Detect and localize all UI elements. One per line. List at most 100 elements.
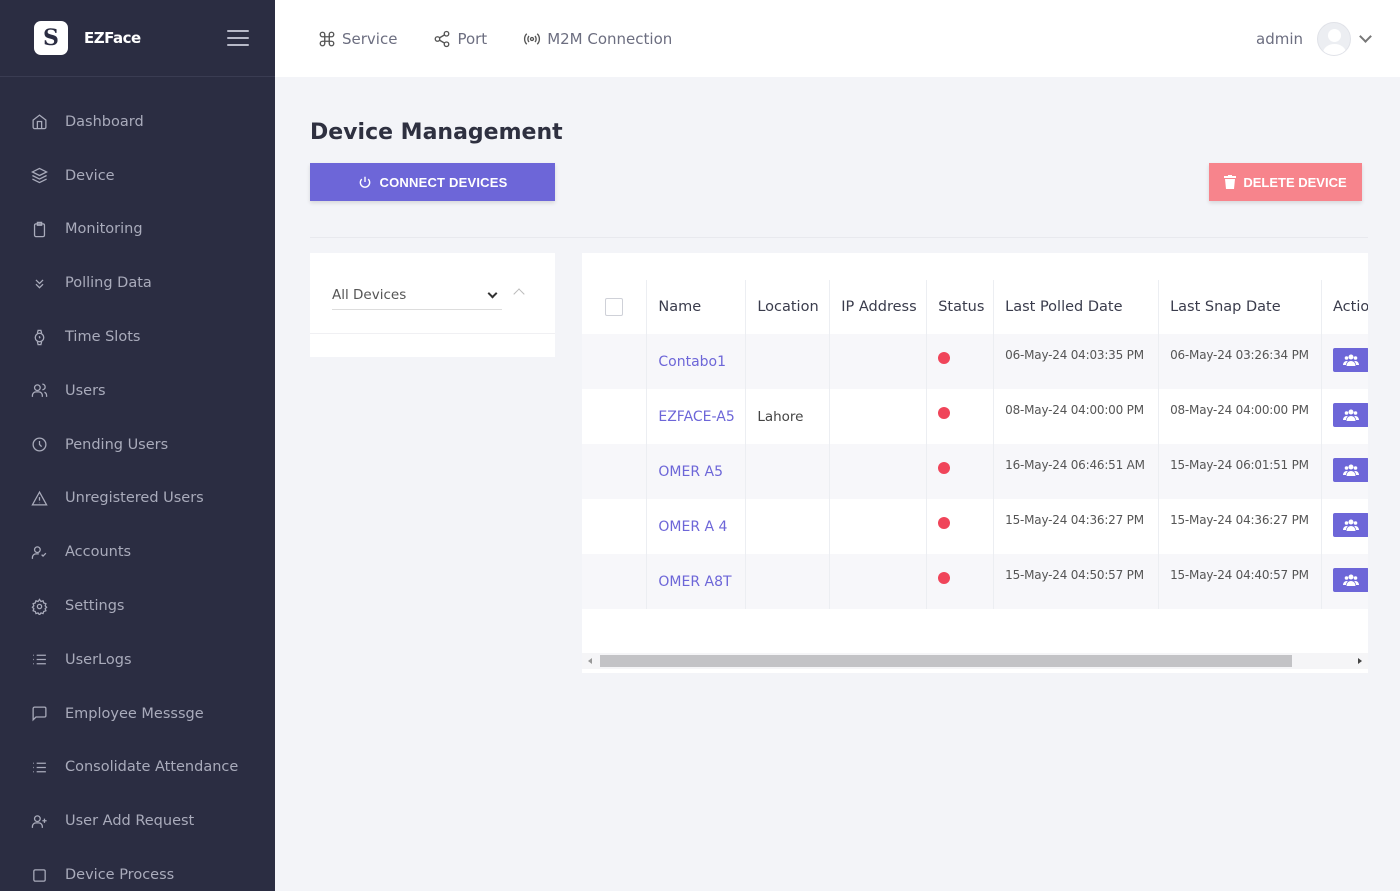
users-action-button[interactable] bbox=[1333, 457, 1368, 482]
devices-table: Name Location IP Address Status Last Pol… bbox=[582, 280, 1368, 609]
square-icon bbox=[30, 866, 48, 884]
connect-devices-button[interactable]: CONNECT DEVICES bbox=[310, 163, 555, 201]
device-name-link[interactable]: OMER A 4 bbox=[646, 499, 747, 554]
power-icon bbox=[359, 176, 370, 188]
users-icon bbox=[1343, 464, 1359, 476]
table-row[interactable]: EZFACE-A5 Lahore 08-May-24 04:00:00 PM 0… bbox=[582, 389, 1368, 444]
sidebar: S EZFace Dashboard Device Monitoring Pol… bbox=[0, 0, 275, 891]
brand-logo[interactable]: S bbox=[34, 21, 68, 55]
device-ip bbox=[829, 389, 928, 444]
users-action-button[interactable] bbox=[1333, 567, 1368, 592]
sidebar-item-consolidate-attendance[interactable]: Consolidate Attendance bbox=[0, 741, 275, 795]
device-filter-card: All Devices bbox=[310, 253, 555, 357]
topbar-link-m2m-connection[interactable]: M2M Connection bbox=[523, 30, 672, 48]
sidebar-item-label: Polling Data bbox=[65, 275, 152, 292]
device-name-link[interactable]: OMER A8T bbox=[646, 554, 747, 609]
sidebar-item-dashboard[interactable]: Dashboard bbox=[0, 95, 275, 149]
hamburger-menu-icon[interactable] bbox=[227, 30, 249, 46]
sidebar-item-label: Pending Users bbox=[65, 436, 169, 453]
users-action-button[interactable] bbox=[1333, 402, 1368, 427]
column-header-last-snap-date[interactable]: Last Snap Date bbox=[1158, 280, 1322, 334]
users-icon bbox=[1343, 574, 1359, 586]
last-snap-date: 15-May-24 06:01:51 PM bbox=[1158, 444, 1322, 499]
table-row[interactable]: Contabo1 06-May-24 04:03:35 PM 06-May-24… bbox=[582, 334, 1368, 389]
home-icon bbox=[30, 113, 48, 131]
column-header-status[interactable]: Status bbox=[926, 280, 995, 334]
chevron-down-icon bbox=[487, 288, 498, 298]
device-ip bbox=[829, 554, 928, 609]
list-icon bbox=[30, 758, 48, 776]
column-header-name[interactable]: Name bbox=[646, 280, 747, 334]
avatar[interactable] bbox=[1317, 21, 1351, 56]
row-select-cell bbox=[582, 334, 648, 389]
sidebar-item-unregistered-users[interactable]: Unregistered Users bbox=[0, 472, 275, 526]
topbar-link-service[interactable]: Service bbox=[318, 30, 397, 48]
scroll-right-icon[interactable] bbox=[1358, 658, 1362, 664]
status-dot-icon bbox=[938, 516, 951, 529]
sidebar-item-label: Unregistered Users bbox=[65, 490, 204, 507]
scrollbar-thumb[interactable] bbox=[600, 655, 1292, 667]
users-action-button[interactable] bbox=[1333, 512, 1368, 537]
topbar-link-label: Service bbox=[342, 29, 398, 48]
chevrons-down-icon bbox=[30, 274, 48, 292]
scroll-left-icon[interactable] bbox=[588, 658, 592, 664]
username: admin bbox=[1256, 29, 1303, 48]
sidebar-nav: Dashboard Device Monitoring Polling Data… bbox=[0, 77, 275, 891]
users-icon bbox=[30, 382, 48, 400]
last-polled-date: 15-May-24 04:50:57 PM bbox=[993, 554, 1160, 609]
connect-devices-label: CONNECT DEVICES bbox=[379, 174, 508, 190]
row-select-cell bbox=[582, 554, 648, 609]
sidebar-item-userlogs[interactable]: UserLogs bbox=[0, 633, 275, 687]
sidebar-item-label: Device Process bbox=[65, 867, 175, 884]
users-action-button[interactable] bbox=[1333, 347, 1368, 372]
device-ip bbox=[829, 444, 928, 499]
sidebar-item-device-process[interactable]: Device Process bbox=[0, 848, 275, 891]
table-row[interactable]: OMER A5 16-May-24 06:46:51 AM 15-May-24 … bbox=[582, 444, 1368, 499]
users-icon bbox=[1343, 354, 1359, 366]
status-dot-icon bbox=[938, 571, 951, 584]
user-plus-icon bbox=[30, 812, 48, 830]
sidebar-item-settings[interactable]: Settings bbox=[0, 579, 275, 633]
table-row[interactable]: OMER A 4 15-May-24 04:36:27 PM 15-May-24… bbox=[582, 499, 1368, 554]
sidebar-item-accounts[interactable]: Accounts bbox=[0, 525, 275, 579]
sidebar-item-label: Settings bbox=[65, 598, 125, 615]
select-all-checkbox[interactable] bbox=[605, 298, 623, 316]
page-title: Device Management bbox=[310, 120, 563, 145]
sidebar-item-label: Monitoring bbox=[65, 221, 143, 238]
sidebar-item-employee-message[interactable]: Employee Messsge bbox=[0, 687, 275, 741]
status-dot-icon bbox=[938, 351, 951, 364]
sidebar-item-user-add-request[interactable]: User Add Request bbox=[0, 794, 275, 848]
sidebar-item-polling-data[interactable]: Polling Data bbox=[0, 256, 275, 310]
watch-icon bbox=[30, 328, 48, 346]
last-polled-date: 08-May-24 04:00:00 PM bbox=[993, 389, 1160, 444]
last-snap-date: 06-May-24 03:26:34 PM bbox=[1158, 334, 1322, 389]
delete-device-button[interactable]: DELETE DEVICE bbox=[1209, 163, 1362, 201]
sidebar-item-time-slots[interactable]: Time Slots bbox=[0, 310, 275, 364]
device-name-link[interactable]: OMER A5 bbox=[646, 444, 747, 499]
chevron-up-icon[interactable] bbox=[513, 288, 525, 300]
chevron-down-icon[interactable] bbox=[1359, 30, 1372, 43]
topbar-link-port[interactable]: Port bbox=[433, 30, 487, 48]
last-snap-date: 15-May-24 04:40:57 PM bbox=[1158, 554, 1322, 609]
sidebar-item-monitoring[interactable]: Monitoring bbox=[0, 203, 275, 257]
last-polled-date: 16-May-24 06:46:51 AM bbox=[993, 444, 1160, 499]
device-name-link[interactable]: EZFACE-A5 bbox=[646, 389, 747, 444]
column-header-ip-address[interactable]: IP Address bbox=[829, 280, 928, 334]
gear-icon bbox=[30, 597, 48, 615]
layers-icon bbox=[30, 167, 48, 185]
sidebar-item-device[interactable]: Device bbox=[0, 149, 275, 203]
device-name-link[interactable]: Contabo1 bbox=[646, 334, 747, 389]
table-horizontal-scrollbar[interactable] bbox=[582, 653, 1368, 669]
column-header-location[interactable]: Location bbox=[745, 280, 831, 334]
row-select-cell bbox=[582, 499, 648, 554]
trash-icon bbox=[1224, 175, 1237, 189]
sidebar-item-pending-users[interactable]: Pending Users bbox=[0, 418, 275, 472]
action-cell bbox=[1321, 334, 1368, 389]
sidebar-item-users[interactable]: Users bbox=[0, 364, 275, 418]
device-filter-select[interactable]: All Devices bbox=[332, 281, 502, 310]
status-dot-icon bbox=[938, 406, 951, 419]
column-header-last-polled-date[interactable]: Last Polled Date bbox=[993, 280, 1160, 334]
device-ip bbox=[829, 499, 928, 554]
user-menu[interactable]: admin bbox=[1256, 21, 1372, 56]
table-row[interactable]: OMER A8T 15-May-24 04:50:57 PM 15-May-24… bbox=[582, 554, 1368, 609]
